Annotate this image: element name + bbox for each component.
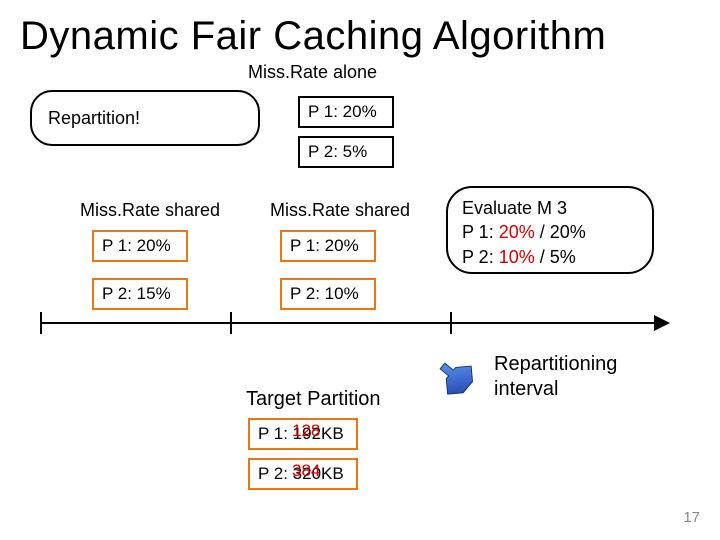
repartition-text: Repartition! [48,108,140,129]
shared2-p2-box: P 2: 10% [280,278,376,310]
timeline-arrowhead-icon [654,315,670,331]
shared1-p1-box: P 1: 20% [92,230,188,262]
eval-l3c: / 5% [535,247,576,267]
eval-line3: P 2: 10% / 5% [462,245,644,269]
alone-p2-box: P 2: 5% [298,136,394,168]
target-p1-overlay: 128 [292,421,320,441]
timeline [40,312,670,336]
page-number: 17 [683,509,700,526]
eval-line2: P 1: 20% / 20% [462,220,644,244]
eval-l2b: 20% [499,222,535,242]
shared2-p1-box: P 1: 20% [280,230,376,262]
miss-rate-alone-label: Miss.Rate alone [248,62,377,83]
slide-title: Dynamic Fair Caching Algorithm [20,14,606,59]
timeline-tick-3 [450,312,452,334]
eval-l3b: 10% [499,247,535,267]
timeline-line [40,322,656,324]
eval-l3a: P 2: [462,247,499,267]
repartitioning-interval-label: Repartitioning interval [494,352,617,402]
eval-l2a: P 1: [462,222,499,242]
target-partition-label: Target Partition [246,388,381,411]
target-p2-overlay: 384 [292,461,320,481]
evaluate-callout: Evaluate M 3 P 1: 20% / 20% P 2: 10% / 5… [446,186,654,274]
repartition-callout: Repartition! [30,90,260,146]
eval-line1: Evaluate M 3 [462,196,644,220]
shared-label-1: Miss.Rate shared [80,200,220,221]
timeline-tick-1 [40,312,42,334]
eval-l2c: / 20% [535,222,586,242]
timeline-tick-2 [230,312,232,334]
shared1-p2-box: P 2: 15% [92,278,188,310]
block-arrow-icon [432,356,476,400]
shared-label-2: Miss.Rate shared [270,200,410,221]
alone-p1-box: P 1: 20% [298,96,394,128]
